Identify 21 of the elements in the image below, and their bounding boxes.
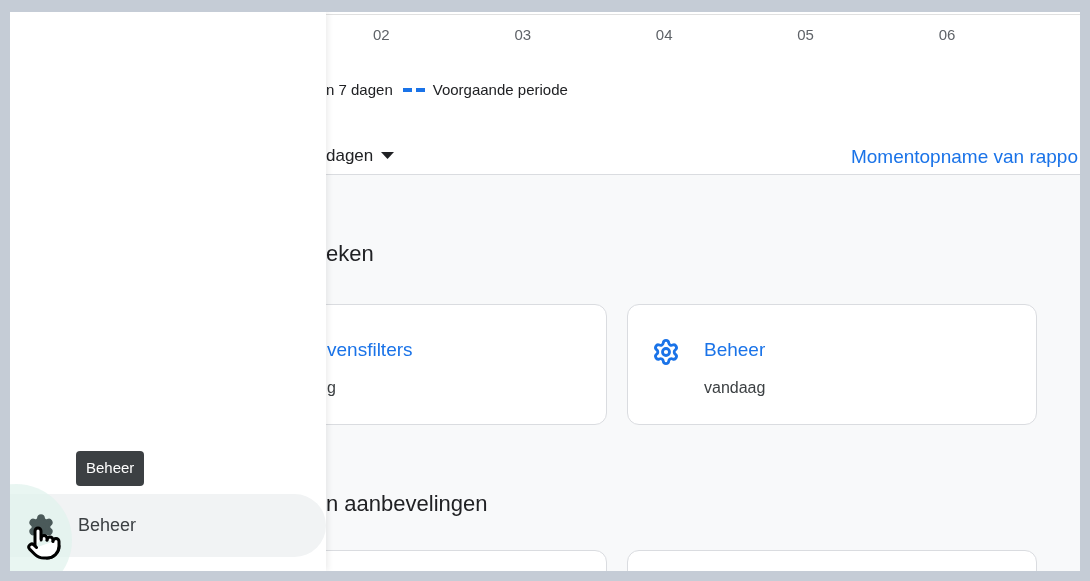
recent-card[interactable]: Beheer vandaag <box>627 304 1037 425</box>
caret-icon <box>381 151 395 159</box>
card-subtitle: g <box>327 378 337 398</box>
hand-cursor-icon <box>26 524 62 562</box>
card-title: vensfilters <box>327 338 413 362</box>
section-heading: eken <box>326 240 375 268</box>
axis-tick-label: 06 <box>938 25 957 45</box>
date-range-dropdown[interactable]: dagen <box>326 142 395 168</box>
card-title: Beheer <box>704 338 766 362</box>
axis-tick-label: 05 <box>797 25 815 45</box>
settings-icon <box>652 338 680 366</box>
legend-label: Voorgaande periode <box>432 79 568 100</box>
tooltip: Beheer <box>76 451 145 486</box>
legend-label: n 7 dagen <box>326 79 393 100</box>
recent-card[interactable]: vensfilters g <box>326 304 607 425</box>
card-subtitle: vandaag <box>704 378 766 398</box>
axis-tick-label: 03 <box>514 25 533 45</box>
snapshot-link[interactable]: Momentopname van rappo <box>850 143 1078 172</box>
section-heading: n aanbevelingen <box>326 490 489 518</box>
axis-tick-label: 04 <box>655 25 674 45</box>
axis-tick-label: 02 <box>373 25 391 45</box>
